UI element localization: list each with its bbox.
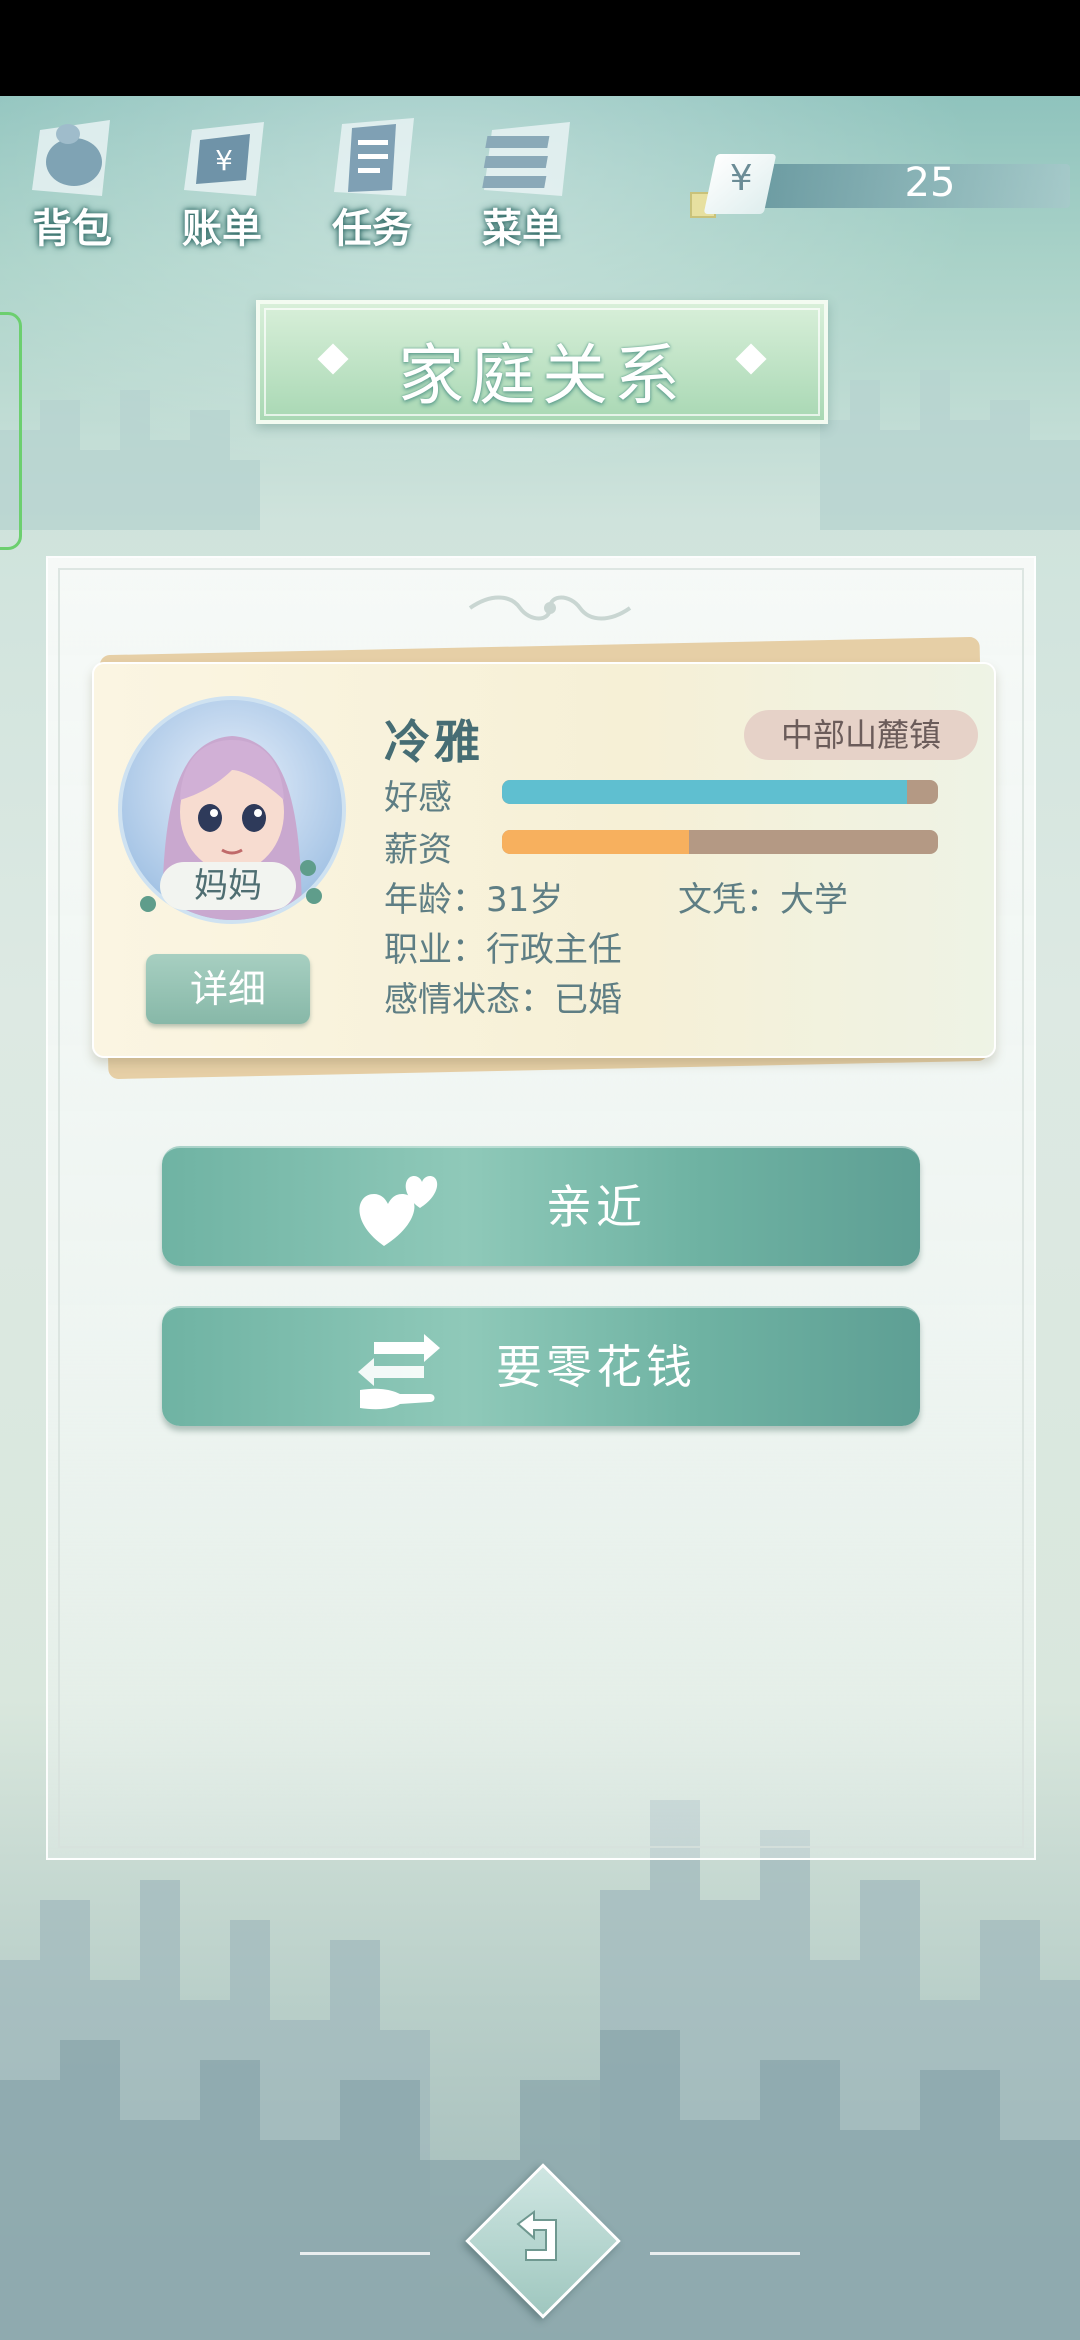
get-close-button[interactable]: 亲近 xyxy=(162,1146,920,1266)
favor-bar-fill xyxy=(502,780,908,804)
age-text: 年龄：31岁 xyxy=(384,880,564,920)
nav-task-label: 任务 xyxy=(332,206,412,252)
menu-icon xyxy=(482,122,570,196)
yen-icon: ¥ xyxy=(703,154,777,214)
title-banner: 家庭关系 xyxy=(256,300,828,424)
nav-bag-button[interactable]: 背包 xyxy=(2,104,142,254)
location-badge: 中部山麓镇 xyxy=(744,710,978,760)
relation-label: 妈妈 xyxy=(160,862,296,910)
money-amount: 25 xyxy=(904,160,956,206)
bill-icon: ¥ xyxy=(184,122,264,196)
panel-ornament xyxy=(468,595,632,621)
back-button[interactable] xyxy=(465,2163,621,2319)
nav-bill-button[interactable]: ¥ 账单 xyxy=(152,104,292,254)
favor-label: 好感 xyxy=(384,778,452,818)
ask-pocket-money-button[interactable]: 要零花钱 xyxy=(162,1306,920,1426)
leaf-decor xyxy=(300,860,316,876)
return-icon xyxy=(516,2210,557,2261)
nav-bag-label: 背包 xyxy=(32,206,112,252)
leaf-decor xyxy=(140,896,156,912)
task-icon xyxy=(334,118,414,196)
education-text: 文凭：大学 xyxy=(678,880,848,920)
svg-text:¥: ¥ xyxy=(215,144,233,177)
status-bar xyxy=(0,0,1080,96)
get-close-label: 亲近 xyxy=(546,1180,646,1234)
nav-menu-button[interactable]: 菜单 xyxy=(452,104,592,254)
nav-bill-label: 账单 xyxy=(182,206,262,252)
salary-bar-fill xyxy=(502,830,690,854)
floor-line-left xyxy=(300,2252,430,2255)
ask-pocket-money-label: 要零花钱 xyxy=(496,1340,696,1394)
page-title: 家庭关系 xyxy=(398,337,686,414)
detail-button[interactable]: 详细 xyxy=(146,954,310,1024)
money-display: ¥ 25 xyxy=(690,154,1070,218)
floor-line-right xyxy=(650,2252,800,2255)
favor-bar xyxy=(502,780,938,804)
occupation-text: 职业：行政主任 xyxy=(384,930,622,970)
bag-icon xyxy=(32,120,110,196)
side-drawer-tab[interactable] xyxy=(0,312,22,550)
leaf-decor xyxy=(306,888,322,904)
character-name: 冷雅 xyxy=(384,715,484,769)
relationship-status-text: 感情状态：已婚 xyxy=(384,980,622,1020)
salary-bar xyxy=(502,830,938,854)
nav-menu-label: 菜单 xyxy=(482,206,562,252)
nav-task-button[interactable]: 任务 xyxy=(302,104,442,254)
salary-label: 薪资 xyxy=(384,830,452,870)
